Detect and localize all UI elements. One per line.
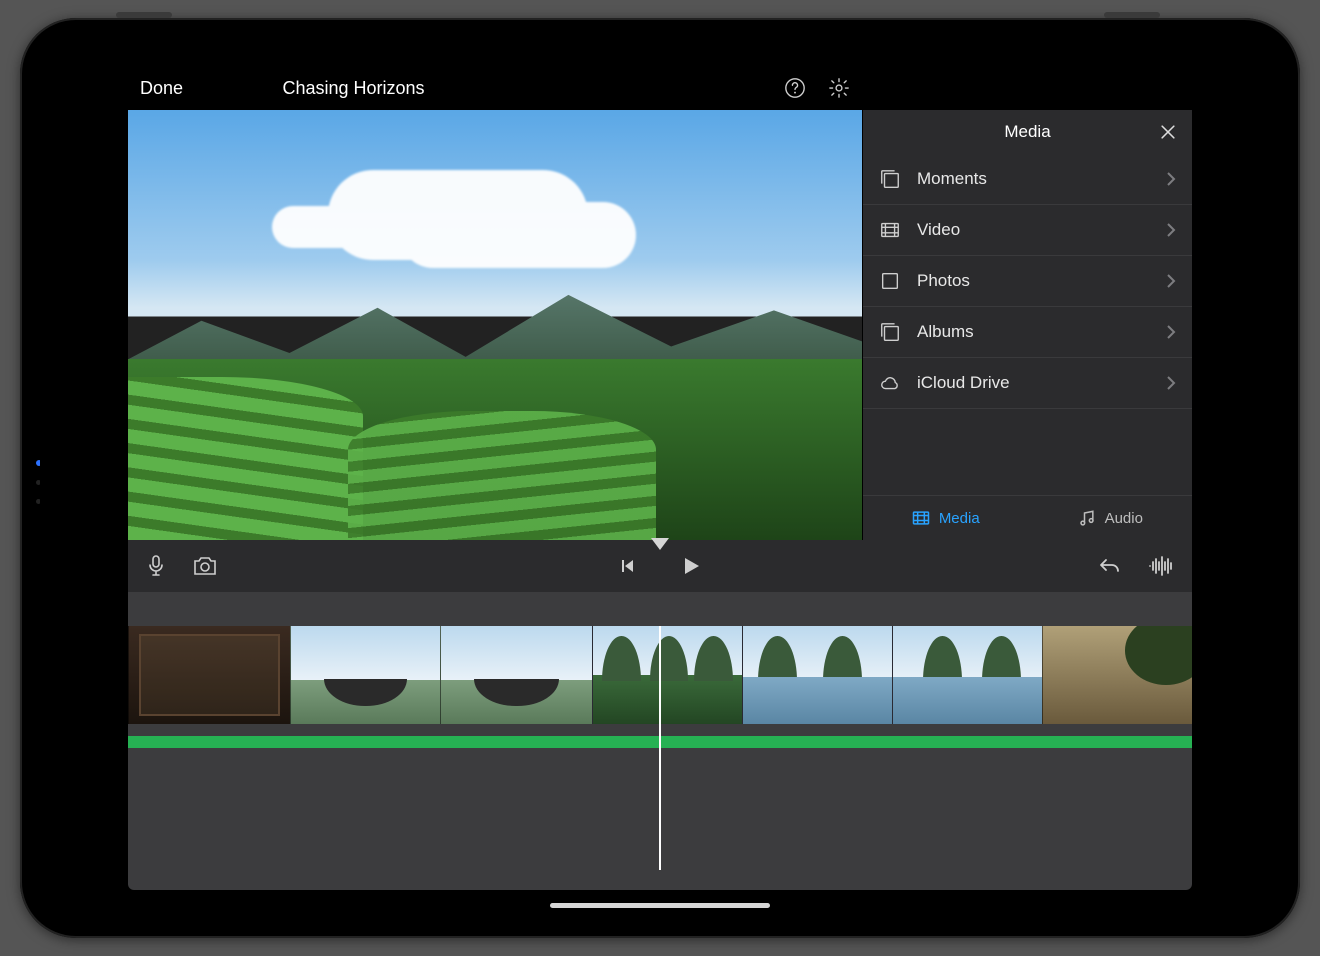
albums-icon [879,321,901,343]
media-row-label: Moments [917,169,1150,189]
play-icon[interactable] [680,555,702,577]
timeline[interactable] [128,592,1192,890]
chevron-right-icon [1166,376,1176,390]
filmstrip-icon [911,508,931,528]
chevron-right-icon [1166,223,1176,237]
home-indicator[interactable] [550,903,770,908]
timeline-clip[interactable] [892,626,1042,724]
close-icon[interactable] [1158,122,1178,142]
ipad-frame: Done Chasing Horizons [20,18,1300,938]
tab-label: Media [939,510,980,527]
power-button-physical [116,12,172,18]
media-row-label: Albums [917,322,1150,342]
media-source-list: Moments Video [863,154,1192,495]
imovie-app: Done Chasing Horizons [128,66,1192,890]
video-icon [879,219,901,241]
media-row-label: Photos [917,271,1150,291]
help-icon[interactable] [784,77,806,99]
playhead-caret [651,538,669,550]
tab-media[interactable]: Media [863,496,1028,540]
waveform-icon[interactable] [1148,556,1174,576]
playhead[interactable] [659,626,661,870]
media-row-label: iCloud Drive [917,373,1150,393]
media-row-video[interactable]: Video [863,205,1192,256]
preview-viewer[interactable] [128,110,862,540]
tab-audio[interactable]: Audio [1028,496,1193,540]
settings-gear-icon[interactable] [828,77,850,99]
camera-icon[interactable] [192,555,218,577]
chevron-right-icon [1166,274,1176,288]
microphone-icon[interactable] [146,554,166,578]
moments-icon [879,168,901,190]
timeline-clip[interactable] [128,626,290,724]
volume-button-physical [1104,12,1160,18]
project-title: Chasing Horizons [128,78,784,99]
media-row-label: Video [917,220,1150,240]
cloud-icon [879,372,901,394]
timeline-clip[interactable] [592,626,742,724]
timeline-clip[interactable] [742,626,892,724]
ipad-bezel: Done Chasing Horizons [40,38,1280,918]
music-note-icon [1077,508,1097,528]
main-split: Media Moments [128,110,1192,540]
media-panel-title: Media [1004,122,1050,142]
skip-back-icon[interactable] [618,557,636,575]
timeline-clip[interactable] [1042,626,1192,724]
media-row-albums[interactable]: Albums [863,307,1192,358]
media-row-moments[interactable]: Moments [863,154,1192,205]
photos-icon [879,270,901,292]
timeline-clip[interactable] [440,626,592,724]
media-panel: Media Moments [862,110,1192,540]
undo-icon[interactable] [1098,556,1122,576]
topbar: Done Chasing Horizons [128,66,1192,110]
media-row-icloud[interactable]: iCloud Drive [863,358,1192,409]
timeline-clip[interactable] [290,626,440,724]
tab-label: Audio [1105,510,1143,527]
chevron-right-icon [1166,325,1176,339]
chevron-right-icon [1166,172,1176,186]
media-row-photos[interactable]: Photos [863,256,1192,307]
media-tabs: Media Audio [863,495,1192,540]
transport-bar [128,540,1192,592]
